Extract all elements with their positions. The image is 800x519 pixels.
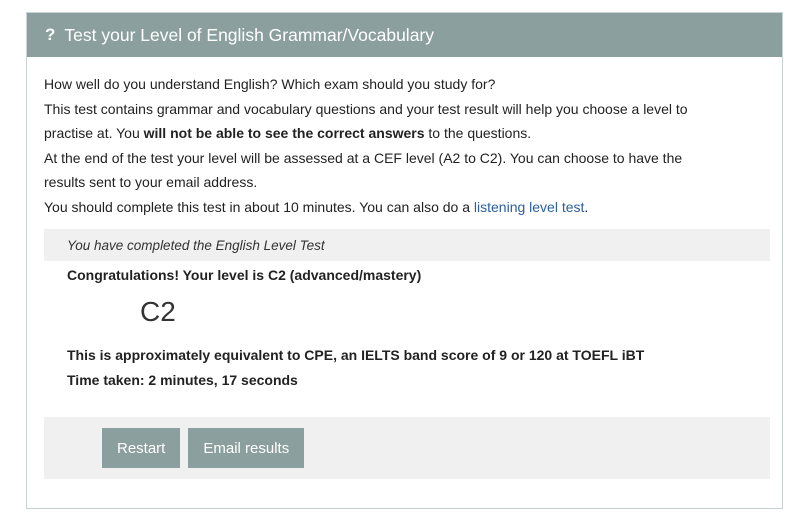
intro-text-segment: You should complete this test in about 1…	[44, 198, 474, 215]
result-section: You have completed the English Level Tes…	[44, 229, 770, 479]
intro-bold-text: will not be able to see the correct answ…	[143, 125, 425, 141]
listening-level-test-link[interactable]: listening level test	[474, 199, 585, 215]
equivalence-text: This is approximately equivalent to CPE,…	[67, 347, 645, 363]
congratulations-message: Congratulations! Your level is C2 (advan…	[67, 267, 422, 283]
question-mark-icon: ?	[45, 25, 56, 44]
intro-text-segment: .	[584, 198, 589, 215]
intro-line: You should complete this test in about 1…	[44, 195, 765, 220]
intro-line: This test contains grammar and vocabular…	[44, 100, 688, 117]
intro-line: At the end of the test your level will b…	[44, 149, 683, 166]
intro-text-segment: to the questions.	[424, 125, 532, 141]
completed-message: You have completed the English Level Tes…	[44, 229, 770, 261]
intro-text: How well do you understand English? Whic…	[27, 57, 782, 219]
panel-header: ? Test your Level of English Grammar/Voc…	[27, 13, 782, 57]
intro-line: How well do you understand English? Whic…	[44, 76, 496, 92]
level-test-panel: ? Test your Level of English Grammar/Voc…	[26, 12, 783, 509]
intro-line: practise at. You will not be able to see…	[44, 121, 765, 146]
email-results-button[interactable]: Email results	[188, 428, 305, 468]
panel-title: Test your Level of English Grammar/Vocab…	[64, 24, 435, 45]
actions-bar: Restart Email results	[44, 417, 770, 479]
level-display: C2	[140, 296, 176, 327]
intro-text-segment: practise at. You	[44, 125, 144, 141]
intro-line: results sent to your email address.	[44, 174, 258, 190]
restart-button[interactable]: Restart	[102, 428, 181, 468]
time-taken-text: Time taken: 2 minutes, 17 seconds	[67, 372, 298, 388]
